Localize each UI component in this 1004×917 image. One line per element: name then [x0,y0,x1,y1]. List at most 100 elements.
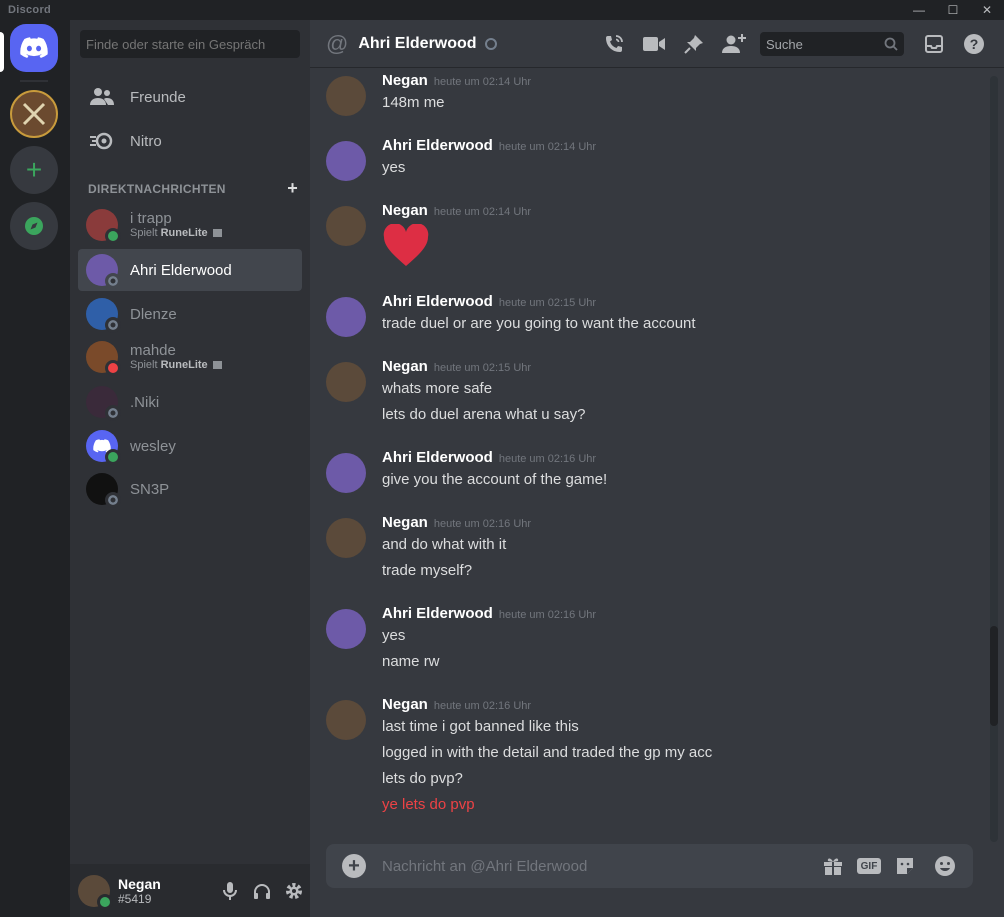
at-icon: @ [326,30,349,56]
avatar[interactable] [326,206,366,246]
message-text: whats more safe [382,380,493,397]
message-author[interactable]: Negan [382,72,428,89]
microphone-icon[interactable] [216,877,244,905]
avatar[interactable] [326,141,366,181]
video-call-icon[interactable] [634,30,674,58]
dm-search-input[interactable] [80,30,300,58]
avatar[interactable] [326,518,366,558]
rail-separator [20,80,48,82]
message-timestamp: heute um 02:14 Uhr [433,76,532,88]
scrollbar-thumb[interactable] [990,626,998,726]
dm-name: Dlenze [130,305,177,323]
message-timestamp: heute um 02:14 Uhr [433,206,532,218]
game-server-icon[interactable] [10,90,58,138]
gif-icon[interactable]: GIF [857,858,881,874]
explore-servers-button[interactable] [10,202,58,250]
server-rail: + [0,20,70,917]
svg-text:?: ? [970,36,979,52]
search-icon [884,37,898,51]
dm-name: .Niki [130,393,160,411]
upload-plus-icon[interactable]: + [342,854,366,878]
headphones-icon[interactable] [248,877,276,905]
dm-item-i-trapp[interactable]: i trapp Spielt RuneLite [78,204,302,246]
rich-presence-icon [212,229,222,238]
status-online-icon [105,228,121,244]
message-text-failed: ye lets do pvp [382,796,475,813]
message-text: trade duel or are you going to want the … [382,315,696,332]
dm-name: mahde [130,342,176,359]
avatar [86,341,121,376]
user-avatar[interactable] [78,874,113,910]
avatar[interactable] [326,700,366,740]
inbox-icon[interactable] [914,30,954,58]
message-timestamp: heute um 02:15 Uhr [433,362,532,374]
chat-header: @ Ahri Elderwood Suche ? [310,20,1004,68]
dm-item-mahde[interactable]: mahde Spielt RuneLite [78,336,302,378]
message-author[interactable]: Negan [382,514,428,531]
message-author[interactable]: Ahri Elderwood [382,605,493,622]
user-tag: #5419 [118,891,152,906]
message-author[interactable]: Ahri Elderwood [382,449,493,466]
message-scrollbar[interactable] [990,76,998,842]
message-text: name rw [382,653,440,670]
avatar[interactable] [326,609,366,649]
message-author[interactable]: Negan [382,202,428,219]
selected-indicator [0,32,4,72]
nav-nitro[interactable]: Nitro [78,120,302,162]
message-author[interactable]: Negan [382,358,428,375]
avatar [86,254,121,289]
avatar[interactable] [326,76,366,116]
message-composer[interactable]: + Nachricht an @Ahri Elderwood GIF [326,844,973,888]
help-icon[interactable]: ? [954,30,994,58]
window-titlebar: Discord — ☐ ✕ [0,0,1004,20]
nav-friends-label: Freunde [130,88,186,106]
dm-item-niki[interactable]: .Niki [78,381,302,423]
page-title: Ahri Elderwood [358,34,477,52]
message-author[interactable]: Negan [382,696,428,713]
gift-icon[interactable] [817,852,849,880]
message-text: lets do duel arena what u say? [382,406,586,423]
header-search-input[interactable]: Suche [760,32,904,56]
status-dnd-icon [105,360,121,376]
dm-item-ahri-elderwood[interactable]: Ahri Elderwood [78,249,302,291]
user-panel: Negan #5419 [70,864,310,917]
message-author[interactable]: Ahri Elderwood [382,293,493,310]
message-timestamp: heute um 02:14 Uhr [498,141,597,153]
add-server-button[interactable]: + [10,146,58,194]
composer-placeholder: Nachricht an @Ahri Elderwood [382,857,588,875]
avatar[interactable] [326,362,366,402]
window-controls: — ☐ ✕ [902,0,1004,20]
message-timestamp: heute um 02:16 Uhr [498,609,597,621]
sticker-icon[interactable] [889,852,921,880]
home-button[interactable] [10,24,58,72]
close-button[interactable]: ✕ [970,0,1004,20]
heart-emoji-icon [383,224,429,266]
app-brand: Discord [8,4,52,16]
voice-call-icon[interactable] [594,30,634,58]
message-text: yes [382,159,406,176]
avatar[interactable] [326,297,366,337]
chat-main: @ Ahri Elderwood Suche ? Negan heute um … [310,20,1004,917]
nitro-icon [86,125,118,157]
message-author[interactable]: Ahri Elderwood [382,137,493,154]
add-friend-to-dm-icon[interactable] [714,30,754,58]
avatar [86,430,121,465]
create-dm-plus-icon[interactable]: + [287,179,298,197]
avatar [86,386,121,421]
dm-item-sn3p[interactable]: SN3P [78,468,302,510]
friends-icon [86,81,118,113]
maximize-button[interactable]: ☐ [936,0,970,20]
crossed-swords-icon [22,102,46,126]
nav-nitro-label: Nitro [130,132,162,150]
status-online-icon [105,449,121,465]
avatar[interactable] [326,453,366,493]
nav-friends[interactable]: Freunde [78,76,302,118]
dm-item-wesley[interactable]: wesley [78,425,302,467]
pin-icon[interactable] [674,30,714,58]
gear-icon[interactable] [280,877,308,905]
minimize-button[interactable]: — [902,0,936,20]
user-info[interactable]: Negan #5419 [118,876,208,906]
emoji-icon[interactable] [929,852,961,880]
plus-icon: + [25,154,43,185]
dm-item-dlenze[interactable]: Dlenze [78,293,302,335]
